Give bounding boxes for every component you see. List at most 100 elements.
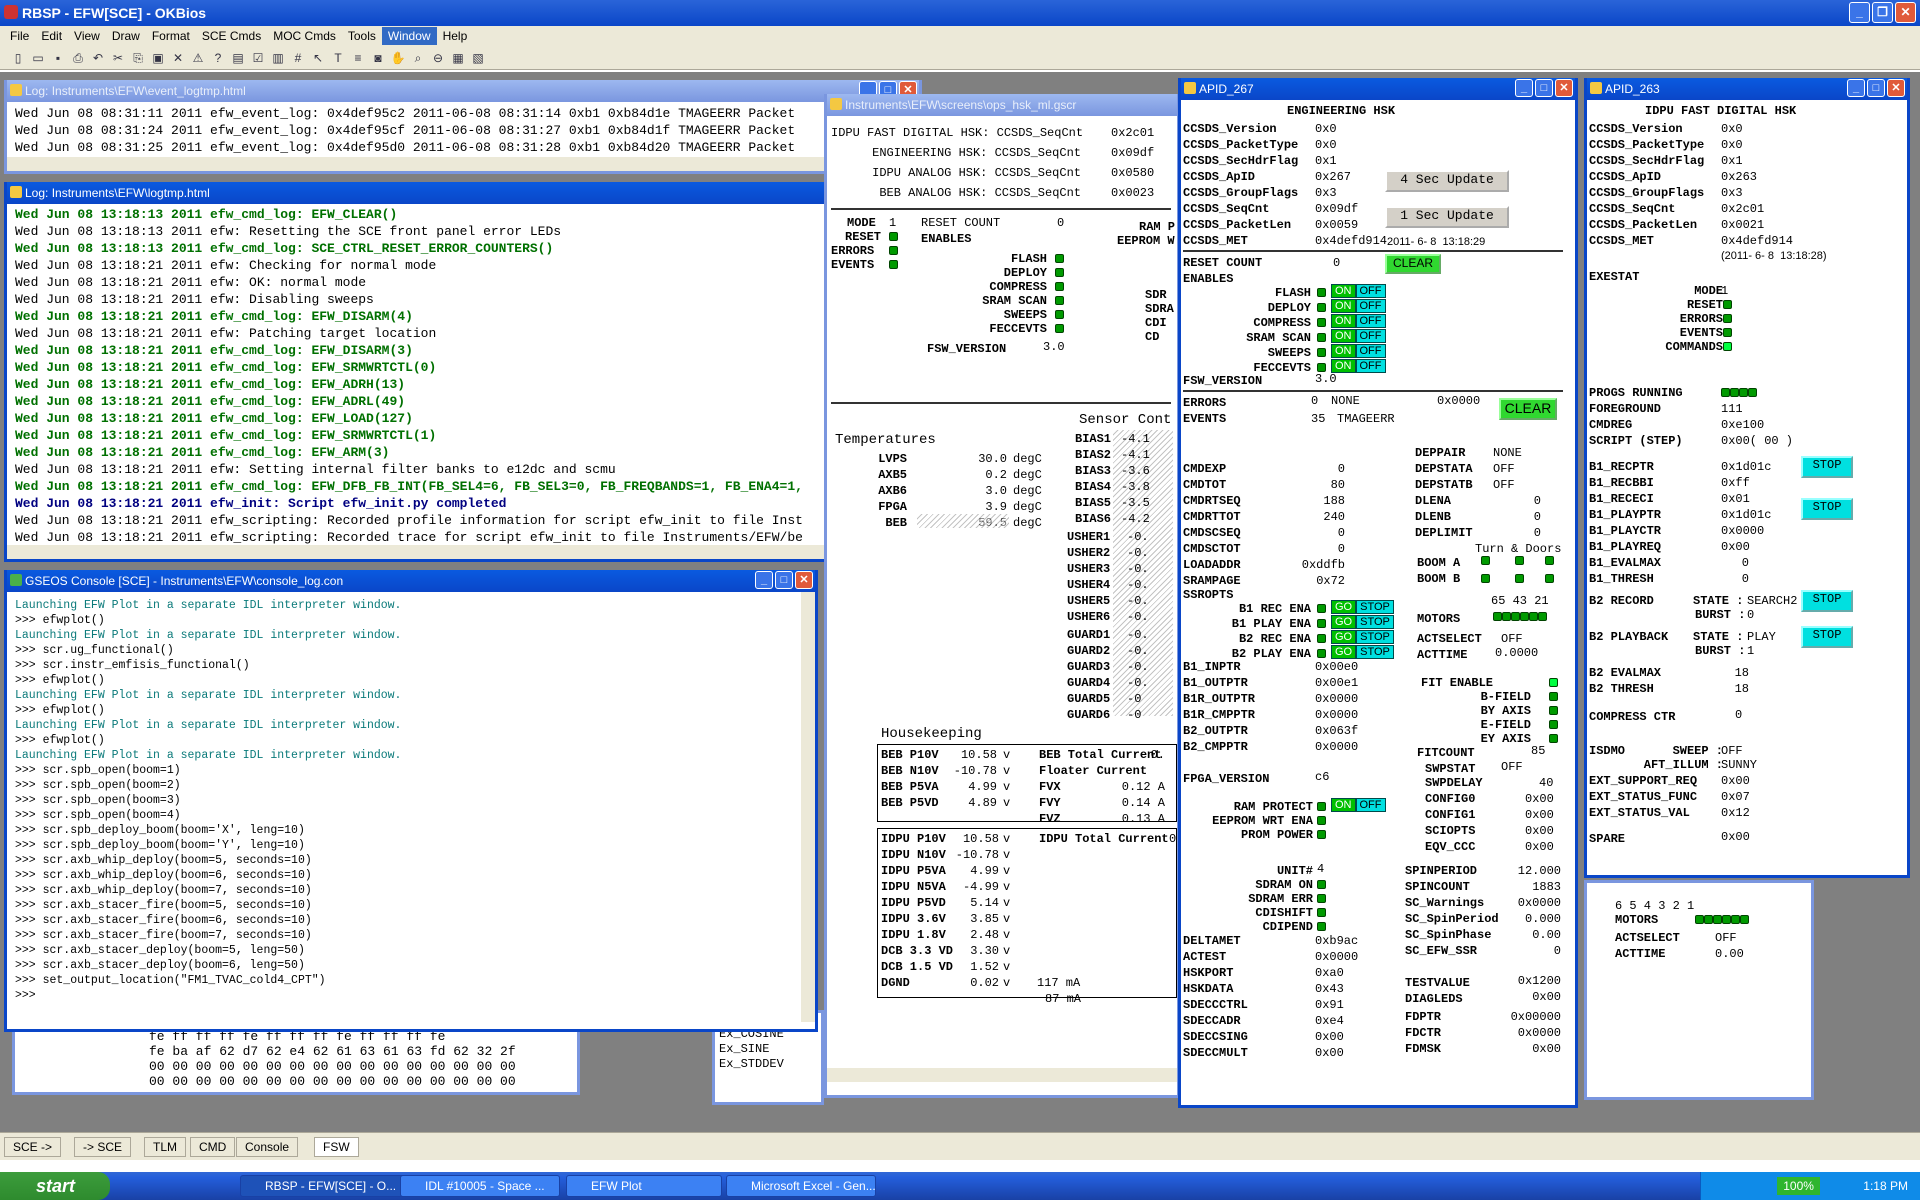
on-off-toggle[interactable]: ON OFF <box>1331 299 1386 313</box>
binary-icon[interactable]: ≡ <box>350 50 366 66</box>
stop-button[interactable]: STOP <box>1801 590 1853 612</box>
tab-fsw[interactable]: FSW <box>314 1137 359 1157</box>
menu-help[interactable]: Help <box>437 27 474 45</box>
on-button[interactable]: ON <box>1331 299 1356 313</box>
minimize-button[interactable]: _ <box>1515 79 1533 97</box>
pointer-icon[interactable]: ↖ <box>310 50 326 66</box>
taskbar-item[interactable]: EFW Plot <box>566 1175 722 1197</box>
chart-icon[interactable]: ▥ <box>270 50 286 66</box>
off-button[interactable]: STOP <box>1356 615 1394 629</box>
close-button[interactable]: ✕ <box>1887 79 1905 97</box>
menu-moc-cmds[interactable]: MOC Cmds <box>267 27 342 45</box>
on-button[interactable]: GO <box>1331 615 1357 629</box>
clear-errors-button[interactable]: CLEAR <box>1499 398 1557 420</box>
number-icon[interactable]: # <box>290 50 306 66</box>
on-off-toggle[interactable]: ON OFF <box>1331 359 1386 373</box>
close-button[interactable]: ✕ <box>1555 79 1573 97</box>
on-off-toggle[interactable]: ON OFF <box>1331 314 1386 328</box>
tab-sce[interactable]: -> SCE <box>74 1137 132 1157</box>
cascade-icon[interactable]: ▧ <box>470 50 486 66</box>
maximize-button[interactable]: □ <box>775 571 793 589</box>
menu-format[interactable]: Format <box>146 27 196 45</box>
on-off-toggle[interactable]: GO STOP <box>1331 645 1394 659</box>
checkbox-icon[interactable]: ☑ <box>250 50 266 66</box>
stats-item[interactable]: Ex_STDDEV <box>719 1057 821 1072</box>
undo-icon[interactable]: ↶ <box>90 50 106 66</box>
on-button[interactable]: GO <box>1331 645 1357 659</box>
stop-button[interactable]: STOP <box>1801 498 1853 520</box>
on-button[interactable]: ON <box>1331 329 1356 343</box>
off-button[interactable]: OFF <box>1355 359 1386 373</box>
stop-button[interactable]: STOP <box>1801 626 1853 648</box>
hand-icon[interactable]: ✋ <box>390 50 406 66</box>
maximize-button[interactable]: □ <box>1535 79 1553 97</box>
tab-console[interactable]: Console <box>236 1137 299 1157</box>
on-off-toggle[interactable]: ON OFF <box>1331 329 1386 343</box>
clear-reset-button[interactable]: CLEAR <box>1385 254 1441 274</box>
off-button[interactable]: OFF <box>1355 299 1386 313</box>
off-button[interactable]: OFF <box>1355 314 1386 328</box>
taskbar-item[interactable]: IDL #10005 - Space ... <box>400 1175 560 1197</box>
textbox-icon[interactable]: ▤ <box>230 50 246 66</box>
text-tool-icon[interactable]: T <box>330 50 346 66</box>
on-button[interactable]: ON <box>1331 314 1356 328</box>
off-button[interactable]: OFF <box>1355 329 1386 343</box>
on-button[interactable]: ON <box>1331 284 1356 298</box>
maximize-button[interactable]: □ <box>1867 79 1885 97</box>
menu-sce-cmds[interactable]: SCE Cmds <box>196 27 267 45</box>
menu-file[interactable]: File <box>4 27 35 45</box>
new-icon[interactable]: ▯ <box>10 50 26 66</box>
off-button[interactable]: STOP <box>1356 630 1394 644</box>
zoom-icon[interactable]: ⌕ <box>410 50 426 66</box>
on-off-toggle[interactable]: ON OFF <box>1331 798 1386 812</box>
horizontal-scrollbar[interactable] <box>7 545 919 559</box>
close-button[interactable]: ✕ <box>795 571 813 589</box>
open-icon[interactable]: ▭ <box>30 50 46 66</box>
4-sec-update-button[interactable]: 4 Sec Update <box>1385 170 1509 192</box>
on-off-toggle[interactable]: ON OFF <box>1331 344 1386 358</box>
off-button[interactable]: OFF <box>1355 798 1386 812</box>
on-button[interactable]: ON <box>1331 798 1356 812</box>
menu-edit[interactable]: Edit <box>35 27 68 45</box>
horizontal-scrollbar[interactable] <box>7 157 919 171</box>
ok-icon[interactable]: ◙ <box>370 50 386 66</box>
menu-draw[interactable]: Draw <box>106 27 146 45</box>
on-button[interactable]: GO <box>1331 630 1357 644</box>
on-off-toggle[interactable]: GO STOP <box>1331 600 1394 614</box>
tile-icon[interactable]: ▦ <box>450 50 466 66</box>
off-button[interactable]: STOP <box>1356 645 1394 659</box>
zoom-out-icon[interactable]: ⊖ <box>430 50 446 66</box>
start-button[interactable]: start <box>0 1172 110 1200</box>
on-button[interactable]: ON <box>1331 344 1356 358</box>
stats-item[interactable]: Ex_SINE <box>719 1042 821 1057</box>
taskbar-item[interactable]: RBSP - EFW[SCE] - O... <box>240 1175 410 1197</box>
restore-button[interactable]: ❐ <box>1872 2 1893 23</box>
cut-icon[interactable]: ✂ <box>110 50 126 66</box>
paste-icon[interactable]: ▣ <box>150 50 166 66</box>
minimize-button[interactable]: _ <box>1847 79 1865 97</box>
on-off-toggle[interactable]: GO STOP <box>1331 630 1394 644</box>
minimize-button[interactable]: _ <box>1849 2 1870 23</box>
tab-cmd[interactable]: CMD <box>190 1137 236 1157</box>
off-button[interactable]: STOP <box>1356 600 1394 614</box>
taskbar-item[interactable]: Microsoft Excel - Gen... <box>726 1175 876 1197</box>
copy-icon[interactable]: ⎘ <box>130 50 146 66</box>
stop-button[interactable]: STOP <box>1801 456 1853 478</box>
minimize-button[interactable]: _ <box>755 571 773 589</box>
on-button[interactable]: ON <box>1331 359 1356 373</box>
menu-view[interactable]: View <box>68 27 106 45</box>
on-off-toggle[interactable]: GO STOP <box>1331 615 1394 629</box>
1-sec-update-button[interactable]: 1 Sec Update <box>1385 206 1509 228</box>
on-button[interactable]: GO <box>1331 600 1357 614</box>
save-icon[interactable]: ▪ <box>50 50 66 66</box>
print-icon[interactable]: ⎙ <box>70 50 86 66</box>
delete-icon[interactable]: ✕ <box>170 50 186 66</box>
warning-icon[interactable]: ⚠ <box>190 50 206 66</box>
vertical-scrollbar[interactable] <box>801 592 815 1022</box>
menu-tools[interactable]: Tools <box>342 27 382 45</box>
help-icon[interactable]: ? <box>210 50 226 66</box>
off-button[interactable]: OFF <box>1355 284 1386 298</box>
off-button[interactable]: OFF <box>1355 344 1386 358</box>
close-button[interactable]: ✕ <box>1895 2 1916 23</box>
tab-tlm[interactable]: TLM <box>144 1137 186 1157</box>
